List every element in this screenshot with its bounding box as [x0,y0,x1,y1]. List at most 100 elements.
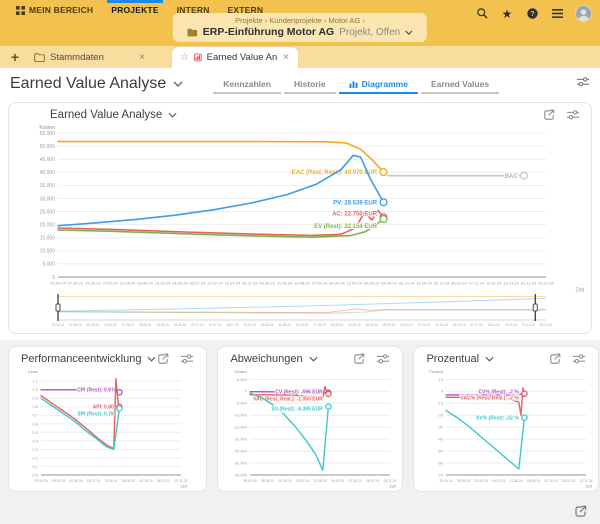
svg-text:0: 0 [245,389,248,394]
svg-text:-25.000: -25.000 [234,449,248,454]
view-settings [576,75,590,94]
avatar[interactable] [575,5,592,22]
svg-text:09.12.24: 09.12.24 [538,281,554,286]
time-range-selector[interactable]: 29.04.2407.05.2415.05.2423.05.2431.05.24… [12,293,586,331]
svg-text:24.06.24: 24.06.24 [172,281,188,286]
svg-text:10.07.24: 10.07.24 [209,323,222,327]
svg-text:25.000: 25.000 [40,209,56,215]
svg-text:Zeit: Zeit [576,288,585,294]
svg-text:15.05.24: 15.05.24 [87,323,100,327]
menu-item-projekte[interactable]: PROJEKTE [103,0,166,20]
tab-kennzahlen[interactable]: Kennzahlen [213,74,281,94]
chevron-down-icon [168,112,177,118]
svg-text:23.05.24: 23.05.24 [104,323,117,327]
sliders-icon[interactable] [180,352,194,366]
tab-stammdaten[interactable]: Stammdaten × [26,47,154,68]
close-icon[interactable]: × [138,52,146,63]
deviations-chart: Kosten5.0000-5.000-10.000-15.000-20.000-… [222,367,398,489]
sliders-icon[interactable] [572,352,586,366]
hamburger-menu-icon[interactable] [550,7,564,21]
svg-text:06.09.24: 06.09.24 [122,479,135,483]
svg-text:12.09.24: 12.09.24 [347,281,363,286]
tab-diagramme[interactable]: Diagramme [339,74,418,94]
subtab-label: Kennzahlen [223,79,271,89]
svg-text:-20.000: -20.000 [234,437,248,442]
svg-text:08.06.24: 08.06.24 [139,323,152,327]
svg-text:19.08.24: 19.08.24 [294,281,310,286]
chevron-down-icon [147,356,156,362]
svg-text:20.06.24: 20.06.24 [279,479,292,483]
svg-text:Index: Index [28,369,38,374]
export-icon[interactable] [156,352,170,366]
close-icon[interactable]: × [282,52,290,63]
svg-text:5.000: 5.000 [237,377,248,382]
topbar-icons: ★ ? [475,5,592,22]
folder-icon [187,28,198,37]
svg-text:28.10.24: 28.10.24 [366,479,379,483]
export-icon[interactable] [548,352,562,366]
svg-text:23.11.24: 23.11.24 [505,323,517,327]
svg-text:0.1: 0.1 [32,464,38,469]
svg-text:15.05.24: 15.05.24 [85,281,101,286]
svg-text:10.07.24: 10.07.24 [207,281,223,286]
svg-text:02.10.24: 02.10.24 [139,479,152,483]
tab-earned-values[interactable]: Earned Values [421,74,499,94]
svg-text:11.08.24: 11.08.24 [510,479,523,483]
svg-text:31.05.24: 31.05.24 [121,323,134,327]
svg-text:16.06.24: 16.06.24 [155,281,171,286]
svg-text:06.09.24: 06.09.24 [527,479,540,483]
pin-star-icon[interactable]: ☆ [180,52,189,63]
tab-earned-value-analyse[interactable]: ☆ Earned Value Analy × [172,47,298,68]
svg-text:30.000: 30.000 [40,196,56,202]
svg-text:16.06.24: 16.06.24 [156,323,169,327]
export-icon[interactable] [542,108,556,122]
svg-text:22.10.24: 22.10.24 [435,323,448,327]
svg-text:07.11.24: 07.11.24 [470,323,482,327]
chart-title-text: Abweichungen [230,353,302,365]
top-bar: MEIN BEREICH PROJEKTE INTERN EXTERN Proj… [0,0,600,46]
sliders-icon[interactable] [376,352,390,366]
svg-text:29.04.24: 29.04.24 [244,479,257,483]
svg-text:23.11.24: 23.11.24 [580,479,593,483]
svg-text:0.0: 0.0 [32,472,38,477]
svg-text:35.000: 35.000 [40,183,56,189]
svg-text:0: 0 [441,389,444,394]
favorites-star-icon[interactable]: ★ [500,7,514,21]
svg-text:SV (Rest): -6.385 EUR: SV (Rest): -6.385 EUR [272,406,324,412]
sliders-icon[interactable] [566,108,580,122]
svg-text:11.08.24: 11.08.24 [314,479,327,483]
svg-text:22.10.24: 22.10.24 [434,281,450,286]
search-icon[interactable] [475,7,489,21]
chart-title[interactable]: Performanceentwicklung [21,353,156,365]
export-icon[interactable] [352,352,366,366]
svg-text:27.08.24: 27.08.24 [313,323,326,327]
sliders-icon[interactable] [576,75,590,89]
svg-text:-70: -70 [438,472,445,477]
menu-item-mein-bereich[interactable]: MEIN BEREICH [8,0,101,20]
breadcrumb[interactable]: Projekte › Kundenprojekte › Motor AG › E… [173,13,427,42]
tab-label: Earned Value Analy [207,52,278,63]
tab-historie[interactable]: Historie [284,74,336,94]
subtab-label: Diagramme [362,79,408,89]
svg-text:10.000: 10.000 [40,249,56,255]
chevron-down-icon [309,356,318,362]
svg-text:09.12.24: 09.12.24 [540,323,553,327]
secondary-charts-row: Performanceentwicklung Index1.11.00.90.8… [0,340,600,492]
svg-text:Kosten: Kosten [235,369,247,374]
svg-text:16.07.24: 16.07.24 [296,479,309,483]
svg-text:20.06.24: 20.06.24 [69,479,82,483]
export-page-icon[interactable] [573,504,588,519]
chart-title[interactable]: Abweichungen [230,353,317,365]
svg-text:-15.000: -15.000 [234,425,248,430]
performance-chart: Index1.11.00.90.80.70.60.50.40.30.20.10.… [13,367,189,489]
chart-title[interactable]: Earned Value Analyse [50,109,177,121]
help-icon[interactable]: ? [525,7,539,21]
page-title[interactable]: Earned Value Analyse [10,75,183,93]
svg-text:20.06.24: 20.06.24 [475,479,488,483]
svg-text:28.09.24: 28.09.24 [383,323,396,327]
add-tab-button[interactable]: + [4,49,26,68]
folder-icon [34,53,45,62]
svg-text:-50: -50 [438,449,445,454]
chevron-down-icon [173,81,183,87]
chart-title[interactable]: Prozentual [426,353,494,365]
